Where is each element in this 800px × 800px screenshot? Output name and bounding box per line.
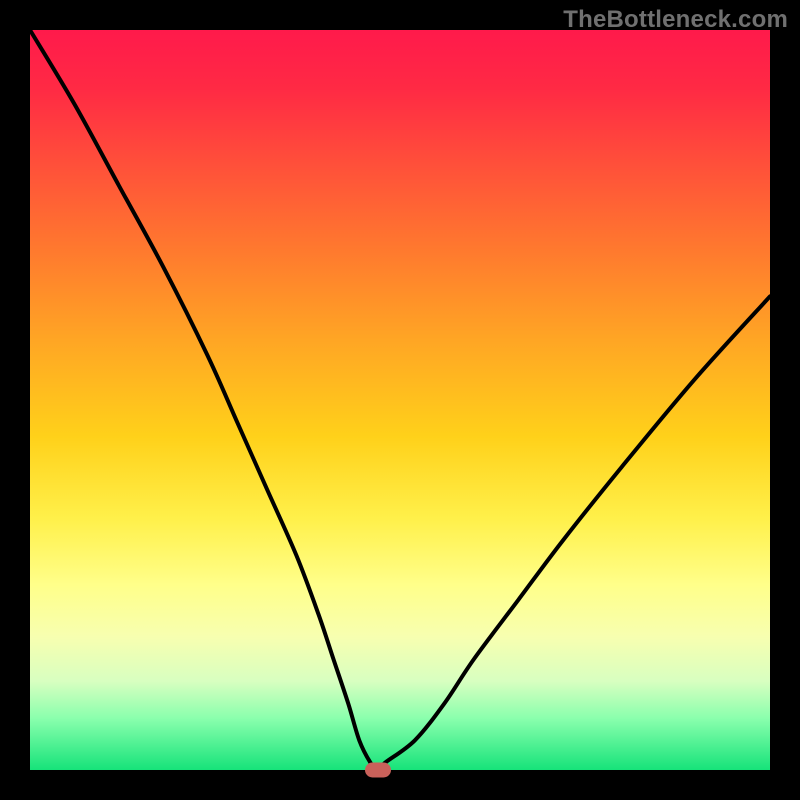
optimum-marker	[365, 763, 391, 778]
bottleneck-curve	[30, 30, 770, 770]
curve-layer	[30, 30, 770, 770]
chart-frame: TheBottleneck.com	[0, 0, 800, 800]
watermark: TheBottleneck.com	[563, 6, 788, 34]
